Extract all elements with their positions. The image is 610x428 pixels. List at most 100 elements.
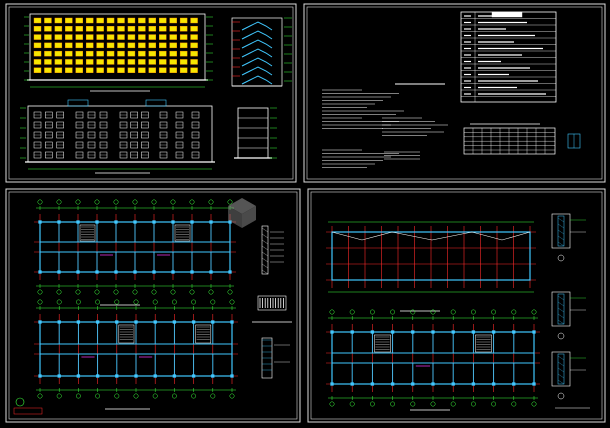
column: [153, 374, 157, 378]
elevation-window: [117, 59, 125, 65]
column: [57, 270, 61, 274]
elevation-window: [33, 26, 42, 32]
elevation-window: [159, 59, 167, 65]
elevation-window: [75, 17, 83, 24]
elevation-window: [33, 59, 42, 65]
elevation-window: [33, 50, 42, 57]
elevation-window: [190, 34, 198, 40]
elevation-window: [96, 59, 104, 65]
elevation-window: [65, 59, 73, 65]
elevation-window: [127, 42, 136, 49]
column: [115, 374, 119, 378]
column: [211, 320, 215, 324]
column: [134, 320, 138, 324]
elevation-window: [54, 67, 63, 73]
column: [95, 220, 99, 224]
elevation-window: [44, 42, 52, 49]
column: [532, 382, 536, 386]
elevation-window: [106, 59, 115, 65]
elevation-window: [127, 67, 136, 73]
elevation-window: [65, 42, 73, 49]
column: [152, 220, 156, 224]
column: [95, 374, 100, 378]
column: [134, 374, 138, 378]
column: [370, 382, 375, 386]
elevation-window: [190, 42, 198, 49]
column: [76, 220, 80, 224]
elevation-window: [138, 42, 146, 49]
elevation-window: [148, 67, 157, 73]
elevation-window: [85, 50, 94, 57]
column: [350, 382, 354, 386]
column: [133, 220, 137, 224]
elevation-window: [138, 34, 146, 40]
cad-drawing-canvas: [0, 0, 610, 428]
elevation-window: [127, 26, 136, 32]
elevation-window: [117, 26, 125, 32]
column: [172, 320, 177, 324]
column: [95, 270, 99, 274]
elevation-window: [190, 59, 198, 65]
elevation-window: [44, 67, 52, 73]
column: [390, 382, 395, 386]
elevation-window: [75, 59, 83, 65]
elevation-window: [159, 26, 167, 32]
column: [512, 330, 516, 334]
elevation-window: [159, 67, 167, 73]
elevation-window: [44, 17, 52, 24]
elevation-window: [65, 26, 73, 32]
column: [491, 382, 496, 386]
elevation-window: [33, 42, 42, 49]
column: [390, 330, 395, 334]
elevation-window: [75, 50, 83, 57]
elevation-window: [54, 59, 63, 65]
column: [38, 270, 42, 274]
column: [76, 270, 80, 274]
elevation-window: [65, 17, 73, 24]
elevation-window: [85, 17, 94, 24]
elevation-window: [65, 34, 73, 40]
elevation-window: [138, 59, 146, 65]
column: [57, 320, 61, 324]
elevation-window: [179, 34, 188, 40]
elevation-window: [96, 67, 104, 73]
column: [211, 374, 215, 378]
elevation-window: [148, 34, 157, 40]
column: [431, 382, 435, 386]
elevation-window: [106, 17, 115, 24]
elevation-window: [138, 17, 146, 24]
column: [330, 330, 334, 334]
elevation-window: [54, 50, 63, 57]
elevation-window: [85, 42, 94, 49]
elevation-window: [169, 50, 177, 57]
elevation-window: [190, 67, 198, 73]
elevation-window: [117, 34, 125, 40]
elevation-window: [96, 50, 104, 57]
column: [209, 270, 213, 274]
elevation-window: [75, 42, 83, 49]
column: [230, 374, 234, 378]
column: [57, 220, 61, 224]
column: [76, 320, 81, 324]
elevation-window: [159, 42, 167, 49]
elevation-window: [75, 67, 83, 73]
elevation-window: [169, 42, 177, 49]
elevation-window: [117, 17, 125, 24]
elevation-window: [54, 34, 63, 40]
elevation-window: [117, 67, 125, 73]
elevation-window: [85, 34, 94, 40]
elevation-window: [106, 34, 115, 40]
elevation-window: [106, 67, 115, 73]
column: [57, 374, 61, 378]
elevation-window: [117, 42, 125, 49]
elevation-window: [85, 59, 94, 65]
column: [451, 330, 455, 334]
column: [411, 382, 415, 386]
column: [532, 330, 536, 334]
column: [172, 374, 177, 378]
elevation-window: [106, 42, 115, 49]
column: [191, 320, 196, 324]
column: [114, 220, 118, 224]
elevation-window: [190, 17, 198, 24]
column: [38, 220, 42, 224]
